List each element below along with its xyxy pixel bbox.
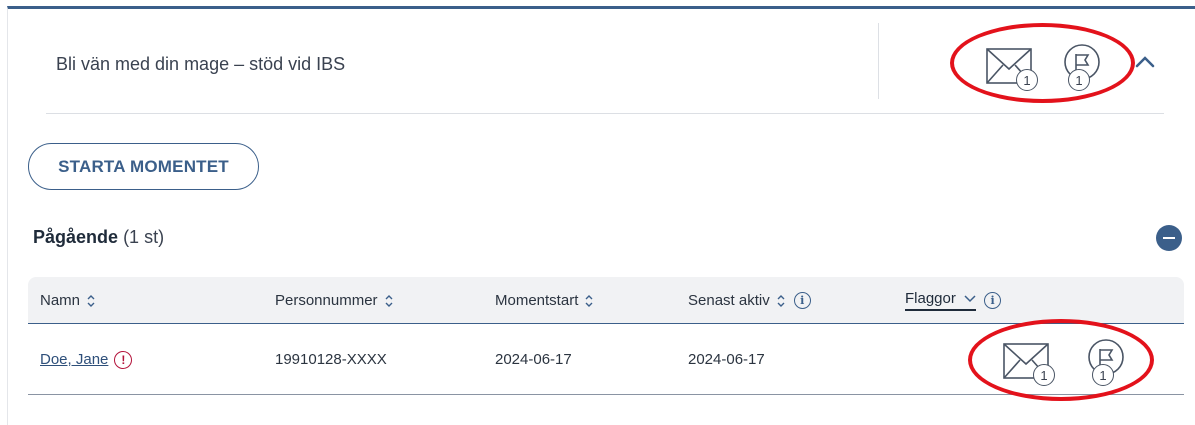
column-header-senast-aktiv[interactable]: Senast aktiv i xyxy=(688,277,811,324)
cell-flaggor: 1 1 xyxy=(1003,324,1163,395)
flaggor-label-text: Flaggor xyxy=(905,290,956,307)
cell-senast-aktiv: 2024-06-17 xyxy=(688,351,765,368)
column-header-flaggor[interactable]: Flaggor i xyxy=(905,277,1002,324)
flags-badge: 1 xyxy=(1068,69,1090,91)
column-header-name-label: Namn xyxy=(40,292,81,309)
table-row: Doe, Jane ! 19910128-XXXX 2024-06-17 202… xyxy=(28,324,1184,395)
participant-name-link[interactable]: Doe, Jane xyxy=(40,351,108,368)
messages-badge: 1 xyxy=(1016,69,1038,91)
flags-badge: 1 xyxy=(1092,364,1114,386)
column-header-senast-aktiv-label: Senast aktiv xyxy=(688,292,770,309)
column-header-personnummer[interactable]: Personnummer xyxy=(275,277,394,324)
minus-circle-icon[interactable] xyxy=(1156,225,1182,251)
cell-momentstart: 2024-06-17 xyxy=(495,351,572,368)
column-header-momentstart[interactable]: Momentstart xyxy=(495,277,594,324)
column-header-flaggor-label: Flaggor xyxy=(905,290,977,311)
sort-updown-icon xyxy=(585,294,593,307)
start-moment-button[interactable]: STARTA MOMENTET xyxy=(28,143,259,190)
sort-updown-icon xyxy=(777,294,785,307)
chevron-up-icon[interactable] xyxy=(1133,54,1157,70)
cell-name: Doe, Jane ! xyxy=(40,324,133,395)
table-header: Namn Personnummer Momentstart Senast akt… xyxy=(28,277,1184,324)
participants-table: Namn Personnummer Momentstart Senast akt… xyxy=(28,277,1184,395)
card-header: Bli vän med din mage – stöd vid IBS 1 1 xyxy=(8,9,1195,114)
section-title-label: Pågående xyxy=(33,227,119,247)
messages-badge: 1 xyxy=(1033,364,1055,386)
chevron-down-icon xyxy=(964,295,976,303)
section-count: (1 st) xyxy=(123,227,165,247)
info-icon[interactable]: i xyxy=(793,292,811,309)
header-divider xyxy=(878,23,879,99)
sort-updown-icon xyxy=(87,294,95,307)
section-title: Pågående (1 st) xyxy=(33,227,164,248)
card-title: Bli vän med din mage – stöd vid IBS xyxy=(56,54,346,74)
info-icon[interactable]: i xyxy=(984,292,1002,309)
column-header-name[interactable]: Namn xyxy=(40,277,96,324)
exclamation-circle-icon[interactable]: ! xyxy=(114,350,133,369)
header-separator xyxy=(46,113,1164,114)
cell-personnummer: 19910128-XXXX xyxy=(275,351,387,368)
course-card: Bli vän med din mage – stöd vid IBS 1 1 … xyxy=(7,6,1195,425)
column-header-personnummer-label: Personnummer xyxy=(275,292,378,309)
sort-updown-icon xyxy=(385,294,393,307)
header-status-icons: 1 1 xyxy=(986,40,1146,94)
column-header-momentstart-label: Momentstart xyxy=(495,292,579,309)
